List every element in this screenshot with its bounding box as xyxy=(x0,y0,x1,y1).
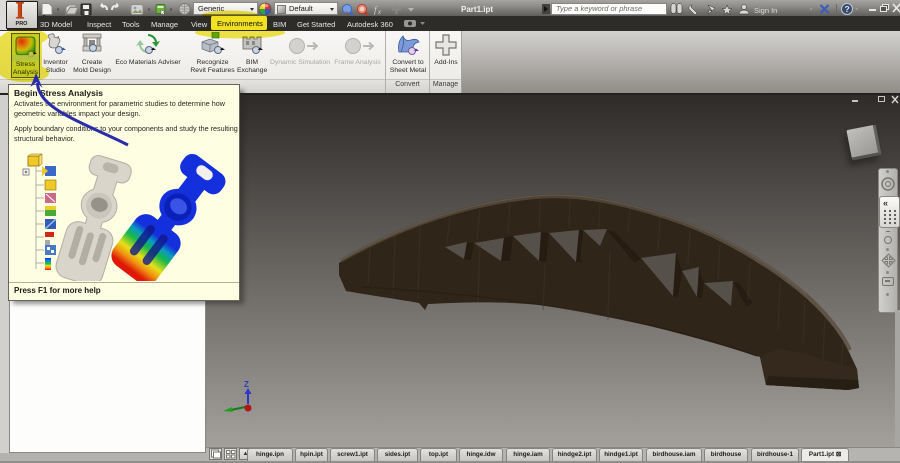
svg-text:?: ? xyxy=(845,4,850,14)
svg-text:Z: Z xyxy=(244,380,249,389)
svg-text:x: x xyxy=(377,10,382,16)
svg-text:Sign In: Sign In xyxy=(754,6,777,15)
